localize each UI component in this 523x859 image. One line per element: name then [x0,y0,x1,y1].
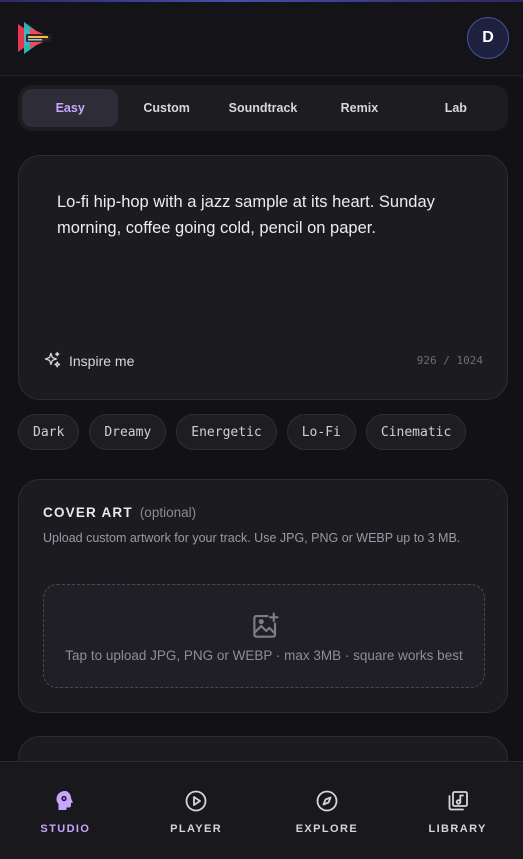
user-avatar[interactable]: D [467,17,509,59]
library-icon [445,788,471,814]
nav-label-library: LIBRARY [428,823,487,835]
inspire-me-button[interactable]: Inspire me [43,351,134,370]
app-header: D [0,2,523,76]
tab-easy[interactable]: Easy [22,89,119,127]
nav-studio[interactable]: STUDIO [0,762,131,859]
bottom-navigation: STUDIO PLAYER EXPLORE LIBRARY [0,761,523,859]
compass-icon [314,788,340,814]
nav-player[interactable]: PLAYER [131,762,262,859]
tab-custom[interactable]: Custom [118,89,214,127]
cover-art-heading: COVER ART (optional) [43,505,196,520]
mood-chip-lofi[interactable]: Lo-Fi [286,414,356,450]
prompt-textarea[interactable]: Lo-fi hip-hop with a jazz sample at its … [57,189,487,241]
sparkles-icon [44,351,61,368]
nav-library[interactable]: LIBRARY [392,762,523,859]
inspire-me-label: Inspire me [69,352,135,369]
nav-label-player: PLAYER [170,823,223,835]
nav-label-studio: STUDIO [40,823,91,835]
play-circle-icon [183,788,209,814]
app-logo[interactable] [16,20,58,56]
mood-chip-dreamy[interactable]: Dreamy [89,414,167,450]
mood-chip-dark[interactable]: Dark [18,414,80,450]
cover-art-optional: (optional) [139,505,197,520]
tab-lab[interactable]: Lab [408,89,504,127]
mood-chip-energetic[interactable]: Energetic [176,414,277,450]
cover-art-dropzone[interactable]: Tap to upload JPG, PNG or WEBP · max 3MB… [43,584,485,688]
cover-art-card: COVER ART (optional) Upload custom artwo… [18,479,508,713]
nav-label-explore: EXPLORE [295,823,359,835]
mood-chips: Dark Dreamy Energetic Lo-Fi Cinematic [18,414,508,450]
studio-icon [52,788,78,814]
tab-soundtrack[interactable]: Soundtrack [215,89,311,127]
nav-explore[interactable]: EXPLORE [262,762,393,859]
dropzone-text: Tap to upload JPG, PNG or WEBP · max 3MB… [65,648,463,663]
cover-art-description: Upload custom artwork for your track. Us… [43,531,461,545]
add-image-icon [250,611,280,646]
mode-tabs: Easy Custom Soundtrack Remix Lab [18,85,508,131]
mood-chip-cinematic[interactable]: Cinematic [365,414,467,450]
cover-art-title: COVER ART [43,505,133,520]
tab-remix[interactable]: Remix [311,89,407,127]
prompt-card[interactable]: Lo-fi hip-hop with a jazz sample at its … [18,155,508,400]
character-counter: 926 / 1024 [416,354,483,367]
